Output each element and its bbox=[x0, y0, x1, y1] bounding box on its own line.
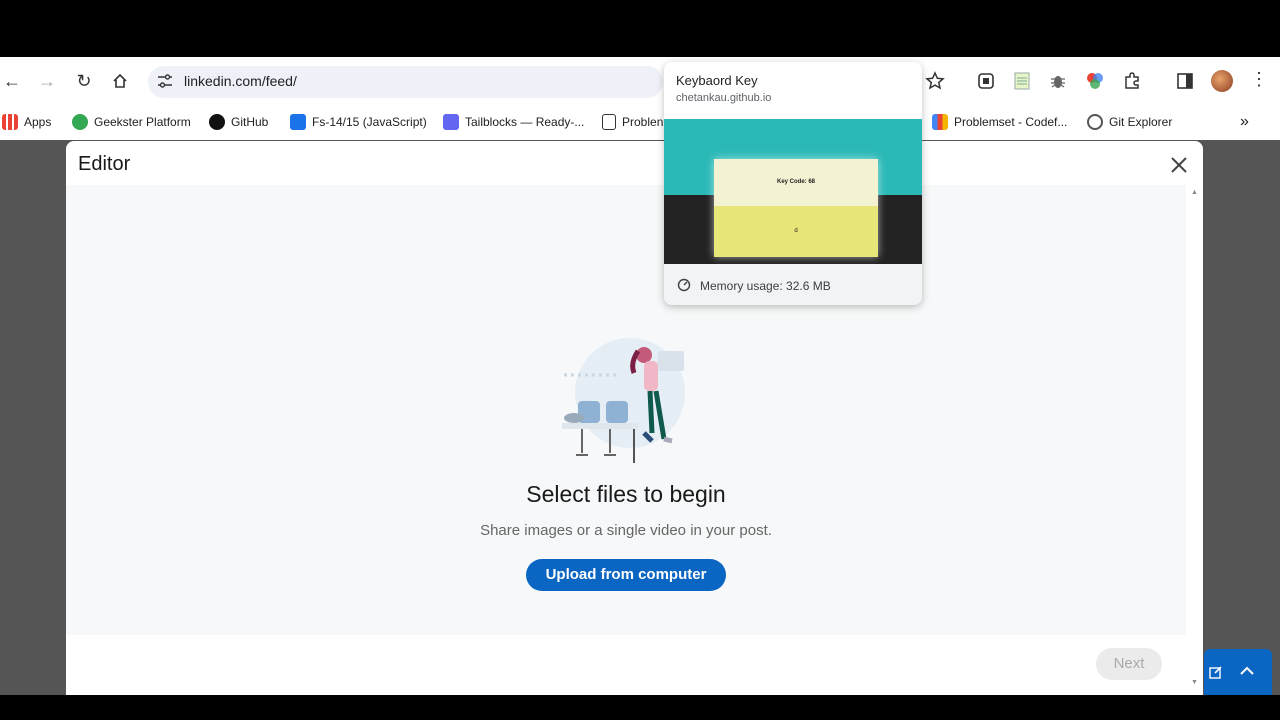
bookmark-star-icon[interactable] bbox=[925, 71, 945, 91]
modal-title: Editor bbox=[78, 153, 131, 175]
hover-card-footer: Memory usage: 32.6 MB bbox=[664, 264, 922, 305]
select-files-heading: Select files to begin bbox=[526, 481, 726, 507]
reload-icon[interactable]: ↻ bbox=[72, 69, 96, 93]
url-text: linkedin.com/feed/ bbox=[184, 73, 297, 89]
classroom-icon bbox=[290, 114, 306, 130]
profile-avatar[interactable] bbox=[1211, 70, 1233, 92]
bookmark-label: GitHub bbox=[231, 115, 269, 129]
apps-grid-icon bbox=[2, 114, 18, 130]
bookmark-label: Apps bbox=[24, 115, 52, 129]
back-icon[interactable]: ← bbox=[0, 69, 24, 93]
bookmark-label: Geekster Platform bbox=[94, 115, 191, 129]
bookmark-label: Problen bbox=[622, 115, 664, 129]
bookmark-tailblocks[interactable]: Tailblocks — Ready-... bbox=[443, 113, 584, 131]
sheet-extension-icon[interactable] bbox=[1012, 71, 1032, 91]
color-picker-icon[interactable] bbox=[1085, 71, 1105, 91]
scroll-up-icon[interactable]: ▲ bbox=[1191, 189, 1198, 196]
extension-icon[interactable] bbox=[976, 71, 996, 91]
upload-from-computer-button[interactable]: Upload from computer bbox=[526, 559, 726, 591]
bookmark-github[interactable]: GitHub bbox=[209, 113, 268, 131]
tab-preview-thumbnail: Key Code: 68 d bbox=[664, 119, 922, 264]
geekster-icon bbox=[72, 114, 88, 130]
codeforces-icon bbox=[602, 114, 616, 130]
next-button[interactable]: Next bbox=[1096, 648, 1162, 680]
bookmarks-overflow-icon[interactable]: » bbox=[1240, 113, 1249, 131]
close-icon[interactable] bbox=[1167, 153, 1191, 177]
memory-gauge-icon bbox=[677, 278, 691, 292]
git-explorer-icon bbox=[1087, 114, 1103, 130]
hover-card-title: Keybaord Key bbox=[676, 73, 758, 88]
bookmark-label: Git Explorer bbox=[1109, 115, 1173, 129]
github-icon bbox=[209, 114, 225, 130]
side-panel-icon[interactable] bbox=[1175, 71, 1195, 91]
site-settings-icon[interactable] bbox=[156, 72, 174, 90]
chevron-up-icon[interactable] bbox=[1240, 666, 1254, 676]
memory-usage-text: Memory usage: 32.6 MB bbox=[700, 279, 831, 293]
tab-hover-card: Keybaord Key chetankau.github.io Key Cod… bbox=[664, 62, 922, 305]
bookmark-problemset-codeforces[interactable]: Problemset - Codef... bbox=[932, 113, 1067, 131]
bug-extension-icon[interactable] bbox=[1048, 71, 1068, 91]
bookmarks-bar: Apps Geekster Platform GitHub Fs-14/15 (… bbox=[0, 109, 1280, 135]
preview-key-char-text: d bbox=[714, 206, 878, 257]
browser-menu-icon[interactable]: ⋮ bbox=[1250, 69, 1268, 90]
bottom-black-bar bbox=[0, 695, 1280, 720]
editor-modal: Editor Select files to begin Share image… bbox=[66, 141, 1203, 695]
compose-icon[interactable] bbox=[1209, 665, 1223, 679]
bookmark-geekster[interactable]: Geekster Platform bbox=[72, 113, 191, 131]
file-drop-area: Select files to begin Share images or a … bbox=[66, 185, 1186, 635]
puzzle-extensions-icon[interactable] bbox=[1122, 71, 1142, 91]
address-bar[interactable]: linkedin.com/feed/ bbox=[148, 66, 663, 98]
forward-icon[interactable]: → bbox=[35, 69, 59, 93]
preview-key-code-text: Key Code: 68 bbox=[714, 159, 878, 206]
select-files-subtext: Share images or a single video in your p… bbox=[480, 522, 772, 539]
home-icon[interactable] bbox=[108, 69, 132, 93]
modal-scrollbar[interactable]: ▲ ▼ bbox=[1186, 185, 1203, 695]
hover-card-domain: chetankau.github.io bbox=[676, 92, 772, 104]
bookmark-label: Tailblocks — Ready-... bbox=[465, 115, 585, 129]
tailblocks-icon bbox=[443, 114, 459, 130]
preview-key-box: Key Code: 68 d bbox=[714, 159, 878, 257]
person-at-desk-illustration bbox=[562, 338, 685, 463]
bookmark-git-explorer[interactable]: Git Explorer bbox=[1087, 113, 1172, 131]
bookmark-label: Problemset - Codef... bbox=[954, 115, 1068, 129]
bookmark-problem[interactable]: Problen bbox=[602, 113, 663, 131]
bar-chart-icon bbox=[932, 114, 948, 130]
browser-toolbar: ← → ↻ linkedin.com/feed/ ⋮ Apps Geekster… bbox=[0, 57, 1280, 140]
bookmark-apps[interactable]: Apps bbox=[2, 113, 51, 131]
messaging-bar[interactable] bbox=[1204, 649, 1272, 695]
bookmark-fs-javascript[interactable]: Fs-14/15 (JavaScript) bbox=[290, 113, 427, 131]
bookmark-label: Fs-14/15 (JavaScript) bbox=[312, 115, 427, 129]
scroll-down-icon[interactable]: ▼ bbox=[1191, 679, 1198, 686]
